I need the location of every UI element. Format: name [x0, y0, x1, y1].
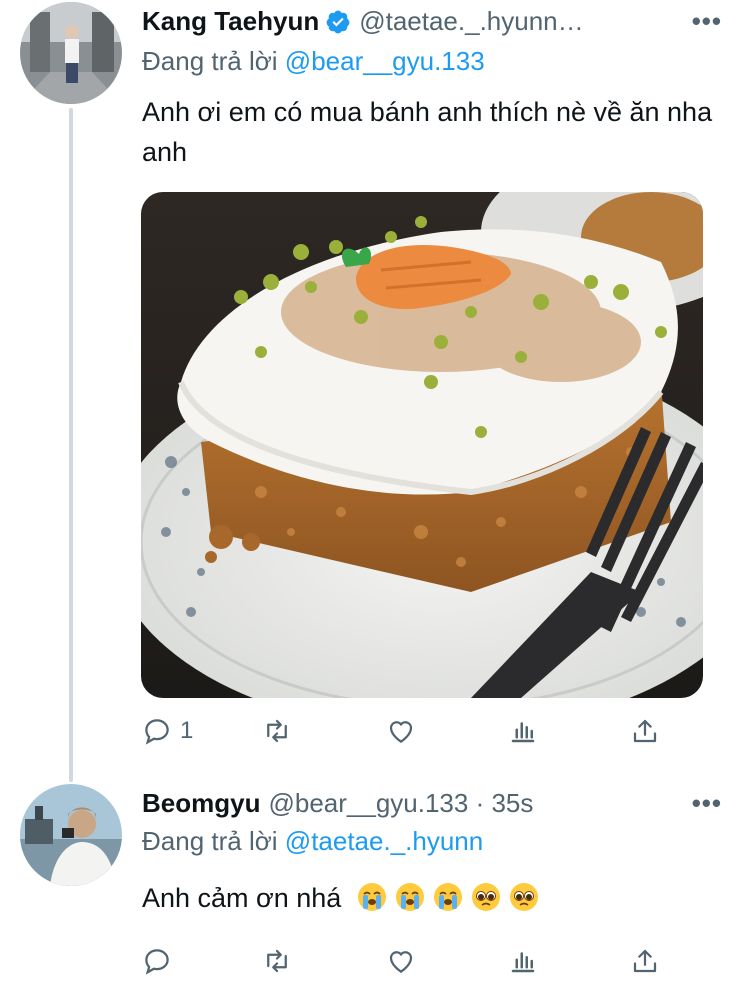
handle-and-time[interactable]: @bear__gyu.133 · 35s: [268, 788, 533, 819]
retweet-icon: [267, 949, 287, 973]
crying-face-emoji-icon: [357, 883, 386, 911]
tweet-actions: [142, 946, 682, 982]
share-icon: [633, 949, 657, 973]
tweet-text: Anh ơi em có mua bánh anh thích nè về ăn…: [142, 97, 713, 167]
reply-count: 1: [180, 717, 194, 744]
heart-icon: [389, 951, 413, 973]
heart-icon: [389, 721, 413, 743]
emoji-row: [349, 883, 539, 913]
replying-to: Đang trả lời @bear__gyu.133: [142, 46, 485, 77]
display-name[interactable]: Kang Taehyun: [142, 6, 319, 37]
retweet-icon: [267, 719, 287, 743]
carrot-cake-photo[interactable]: [141, 192, 703, 698]
like-button[interactable]: [386, 716, 416, 746]
reply-button[interactable]: 1: [142, 716, 193, 746]
more-options-icon[interactable]: •••: [692, 6, 722, 37]
retweet-button[interactable]: [262, 716, 292, 746]
tweet-text-content: Anh cảm ơn nhá: [142, 883, 342, 913]
crying-face-emoji-icon: [433, 883, 462, 911]
tweet-text: Anh cảm ơn nhá: [142, 878, 732, 918]
display-name[interactable]: Beomgyu: [142, 788, 260, 819]
views-button[interactable]: [508, 946, 538, 976]
replying-to-mention[interactable]: @taetae._.hyunn: [285, 826, 483, 856]
analytics-icon: [511, 722, 535, 743]
tweet-actions: 1: [142, 716, 682, 752]
avatar[interactable]: [20, 784, 122, 886]
replying-to-mention[interactable]: @bear__gyu.133: [285, 46, 485, 76]
tweet-header: Beomgyu @bear__gyu.133 · 35s: [142, 788, 533, 819]
crying-face-emoji-icon: [395, 883, 424, 911]
more-options-icon[interactable]: •••: [692, 788, 722, 819]
retweet-button[interactable]: [262, 946, 292, 976]
tweet-kang-taehyun[interactable]: Kang Taehyun @taetae._.hyunn… ••• Đang t…: [0, 0, 750, 780]
tweet-beomgyu[interactable]: Beomgyu @bear__gyu.133 · 35s ••• Đang tr…: [0, 782, 750, 988]
views-button[interactable]: [508, 716, 538, 746]
replying-prefix: Đang trả lời: [142, 46, 278, 76]
reply-button[interactable]: [142, 946, 172, 976]
replying-prefix: Đang trả lời: [142, 826, 278, 856]
reply-icon: [145, 719, 169, 745]
avatar[interactable]: [20, 2, 122, 104]
share-button[interactable]: [630, 716, 660, 746]
share-icon: [633, 719, 657, 743]
tweet-header: Kang Taehyun @taetae._.hyunn…: [142, 6, 584, 37]
handle[interactable]: @taetae._.hyunn…: [359, 6, 583, 37]
reply-icon: [145, 949, 169, 975]
analytics-icon: [511, 952, 535, 973]
share-button[interactable]: [630, 946, 660, 976]
verified-badge-icon: [325, 9, 351, 35]
like-button[interactable]: [386, 946, 416, 976]
pleading-face-emoji-icon: [471, 883, 500, 911]
replying-to: Đang trả lời @taetae._.hyunn: [142, 826, 483, 857]
pleading-face-emoji-icon: [509, 883, 538, 911]
